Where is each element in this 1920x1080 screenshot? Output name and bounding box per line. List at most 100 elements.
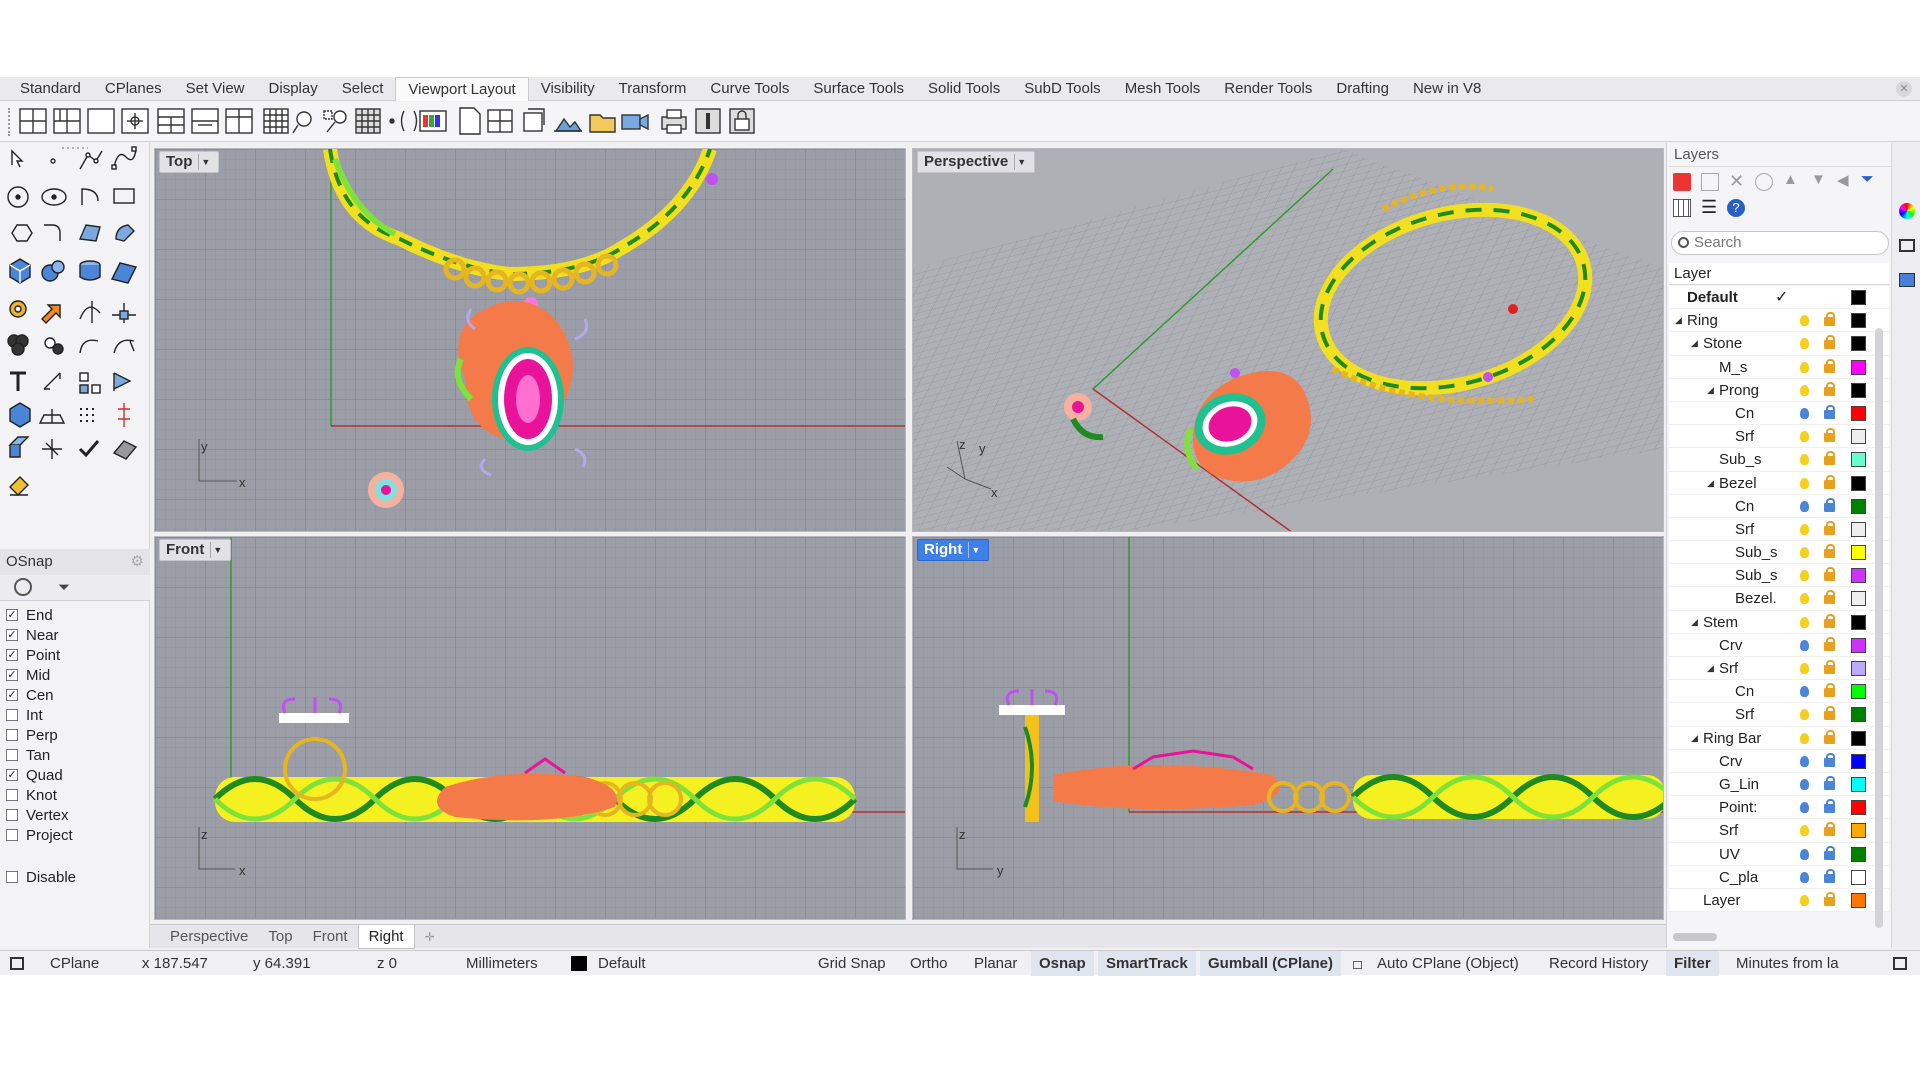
expand-triangle-icon[interactable]: ◢ [1691, 332, 1698, 355]
chevron-down-icon[interactable]: ▼ [198, 154, 212, 170]
osnap-knot[interactable]: Knot [6, 785, 146, 805]
checkbox-icon[interactable] [6, 809, 18, 821]
viewport-top[interactable]: Top ▼ y x [154, 148, 906, 532]
toolbar-grip-handle[interactable] [8, 107, 12, 136]
osnap-cen[interactable]: ✓ Cen [6, 685, 146, 705]
new-layer-icon[interactable] [1673, 173, 1691, 191]
osnap-int[interactable]: Int [6, 705, 146, 725]
status-units[interactable]: Millimeters [466, 951, 538, 976]
layer-color-swatch[interactable] [1851, 846, 1866, 862]
checkbox-checked-icon[interactable]: ✓ [6, 689, 18, 701]
checkbox-checked-icon[interactable]: ✓ [6, 769, 18, 781]
visibility-bulb-icon[interactable] [1800, 709, 1809, 721]
expand-triangle-icon[interactable]: ◢ [1691, 611, 1698, 634]
osnap-perp[interactable]: Perp [6, 725, 146, 745]
unlocked-icon[interactable] [1824, 520, 1835, 535]
checkbox-checked-icon[interactable]: ✓ [6, 649, 18, 661]
planar-toggle[interactable]: Planar [974, 951, 1017, 976]
analyze-icon[interactable] [113, 372, 132, 391]
layer-color-swatch[interactable] [1851, 823, 1866, 839]
align-tool-icon[interactable] [118, 403, 130, 427]
help-icon[interactable]: ? [1727, 199, 1745, 217]
layer-row[interactable]: Sub_s [1669, 564, 1889, 588]
auto-cplane-toggle[interactable]: Auto CPlane (Object) [1377, 951, 1519, 976]
move-arrow-icon[interactable] [41, 304, 61, 324]
delete-layer-icon[interactable]: ✕ [1729, 171, 1747, 191]
tab-select[interactable]: Select [330, 77, 396, 101]
visibility-bulb-icon[interactable] [1800, 825, 1809, 837]
visibility-bulb-icon[interactable] [1800, 500, 1809, 512]
layer-row[interactable]: Crv [1669, 633, 1889, 657]
curve-tool-icon[interactable] [111, 146, 137, 170]
ellipse-tool-icon[interactable] [41, 188, 67, 206]
locked-icon[interactable] [1824, 868, 1835, 883]
layer-row[interactable]: Cn [1669, 401, 1889, 426]
viewport-perspective-label[interactable]: Perspective ▼ [917, 151, 1036, 173]
display-panel-icon[interactable] [1899, 239, 1915, 252]
arc-tool-icon[interactable] [81, 188, 99, 205]
polyline-icon[interactable] [79, 150, 103, 170]
unlocked-icon[interactable] [1824, 312, 1835, 327]
tab-visibility[interactable]: Visibility [529, 77, 607, 101]
duplicate-layer-icon[interactable] [1755, 173, 1773, 191]
solid-box-icon[interactable] [9, 402, 31, 428]
dimension-icon[interactable] [43, 372, 61, 390]
sweep-icon[interactable] [115, 224, 135, 242]
chevron-down-icon[interactable]: ▼ [210, 542, 224, 558]
tab-curve-tools[interactable]: Curve Tools [698, 77, 801, 101]
visibility-bulb-icon[interactable] [1800, 848, 1809, 860]
layer-row[interactable]: Crv [1669, 749, 1889, 773]
move-down-icon[interactable]: ▼ [1811, 171, 1829, 189]
curve-edit-icon[interactable] [113, 339, 135, 354]
unlocked-icon[interactable] [1824, 381, 1835, 396]
chevron-down-icon[interactable]: ▼ [1014, 154, 1028, 170]
tab-set-view[interactable]: Set View [174, 77, 257, 101]
viewport-right[interactable]: Right ▼ z y [912, 536, 1664, 920]
viewport-perspective[interactable]: Perspective ▼ z y x [912, 148, 1664, 532]
boolean-union-icon[interactable] [7, 334, 29, 356]
visibility-bulb-icon[interactable] [1800, 802, 1809, 814]
layer-row[interactable]: M_s [1669, 355, 1889, 379]
grid-options-icon[interactable] [355, 107, 381, 134]
layer-color-swatch[interactable] [1851, 637, 1866, 653]
smarttrack-toggle[interactable]: SmartTrack [1098, 951, 1196, 976]
list-view-icon[interactable]: ☰ [1701, 197, 1719, 217]
tab-render-tools[interactable]: Render Tools [1212, 77, 1324, 101]
viewport-tab-right[interactable]: Right [357, 924, 415, 949]
unlocked-icon[interactable] [1824, 451, 1835, 466]
visibility-bulb-icon[interactable] [1800, 523, 1809, 535]
landscape-icon[interactable] [554, 117, 583, 132]
filter-icon[interactable]: ⏷ [1861, 171, 1879, 189]
boolean-tool-icon[interactable] [44, 337, 64, 355]
unlocked-icon[interactable] [1824, 428, 1835, 443]
offset-surface-icon[interactable] [110, 262, 138, 284]
osnap-toggle[interactable]: Osnap [1031, 951, 1094, 976]
named-views-icon[interactable] [1899, 273, 1915, 287]
layer-color-swatch[interactable] [1851, 545, 1866, 561]
layer-color-swatch[interactable] [1851, 475, 1866, 491]
visibility-bulb-icon[interactable] [1800, 407, 1809, 419]
three-viewports-icon[interactable] [53, 107, 81, 134]
osnap-vertex[interactable]: Vertex [6, 805, 146, 825]
zoom-extents-icon[interactable] [292, 110, 312, 133]
checkbox-checked-icon[interactable]: ✓ [6, 609, 18, 621]
grid-toggle-icon[interactable] [263, 107, 289, 134]
visibility-bulb-icon[interactable] [1800, 384, 1809, 396]
expand-triangle-icon[interactable]: ◢ [1691, 727, 1698, 750]
layer-color-swatch[interactable] [1851, 313, 1866, 329]
mesh-tool-icon[interactable] [112, 440, 138, 460]
visibility-bulb-icon[interactable] [1800, 616, 1809, 628]
layer-color-swatch[interactable] [1851, 405, 1866, 421]
maximize-viewport-icon[interactable] [87, 107, 115, 134]
layer-color-swatch[interactable] [1851, 684, 1866, 700]
brush-icon[interactable] [9, 476, 29, 496]
layer-row[interactable]: Sub_s [1669, 541, 1889, 565]
viewport-front[interactable]: Front ▼ z x [154, 536, 906, 920]
point-icon[interactable] [389, 117, 395, 124]
osnap-disable[interactable]: Disable [6, 867, 146, 887]
layer-color-swatch[interactable] [1851, 730, 1866, 746]
tab-new-in-v8[interactable]: New in V8 [1401, 77, 1493, 101]
osnap-quad[interactable]: ✓ Quad [6, 765, 146, 785]
panel-toggle-icon[interactable] [10, 957, 24, 970]
osnap-end[interactable]: ✓ End [6, 605, 146, 625]
